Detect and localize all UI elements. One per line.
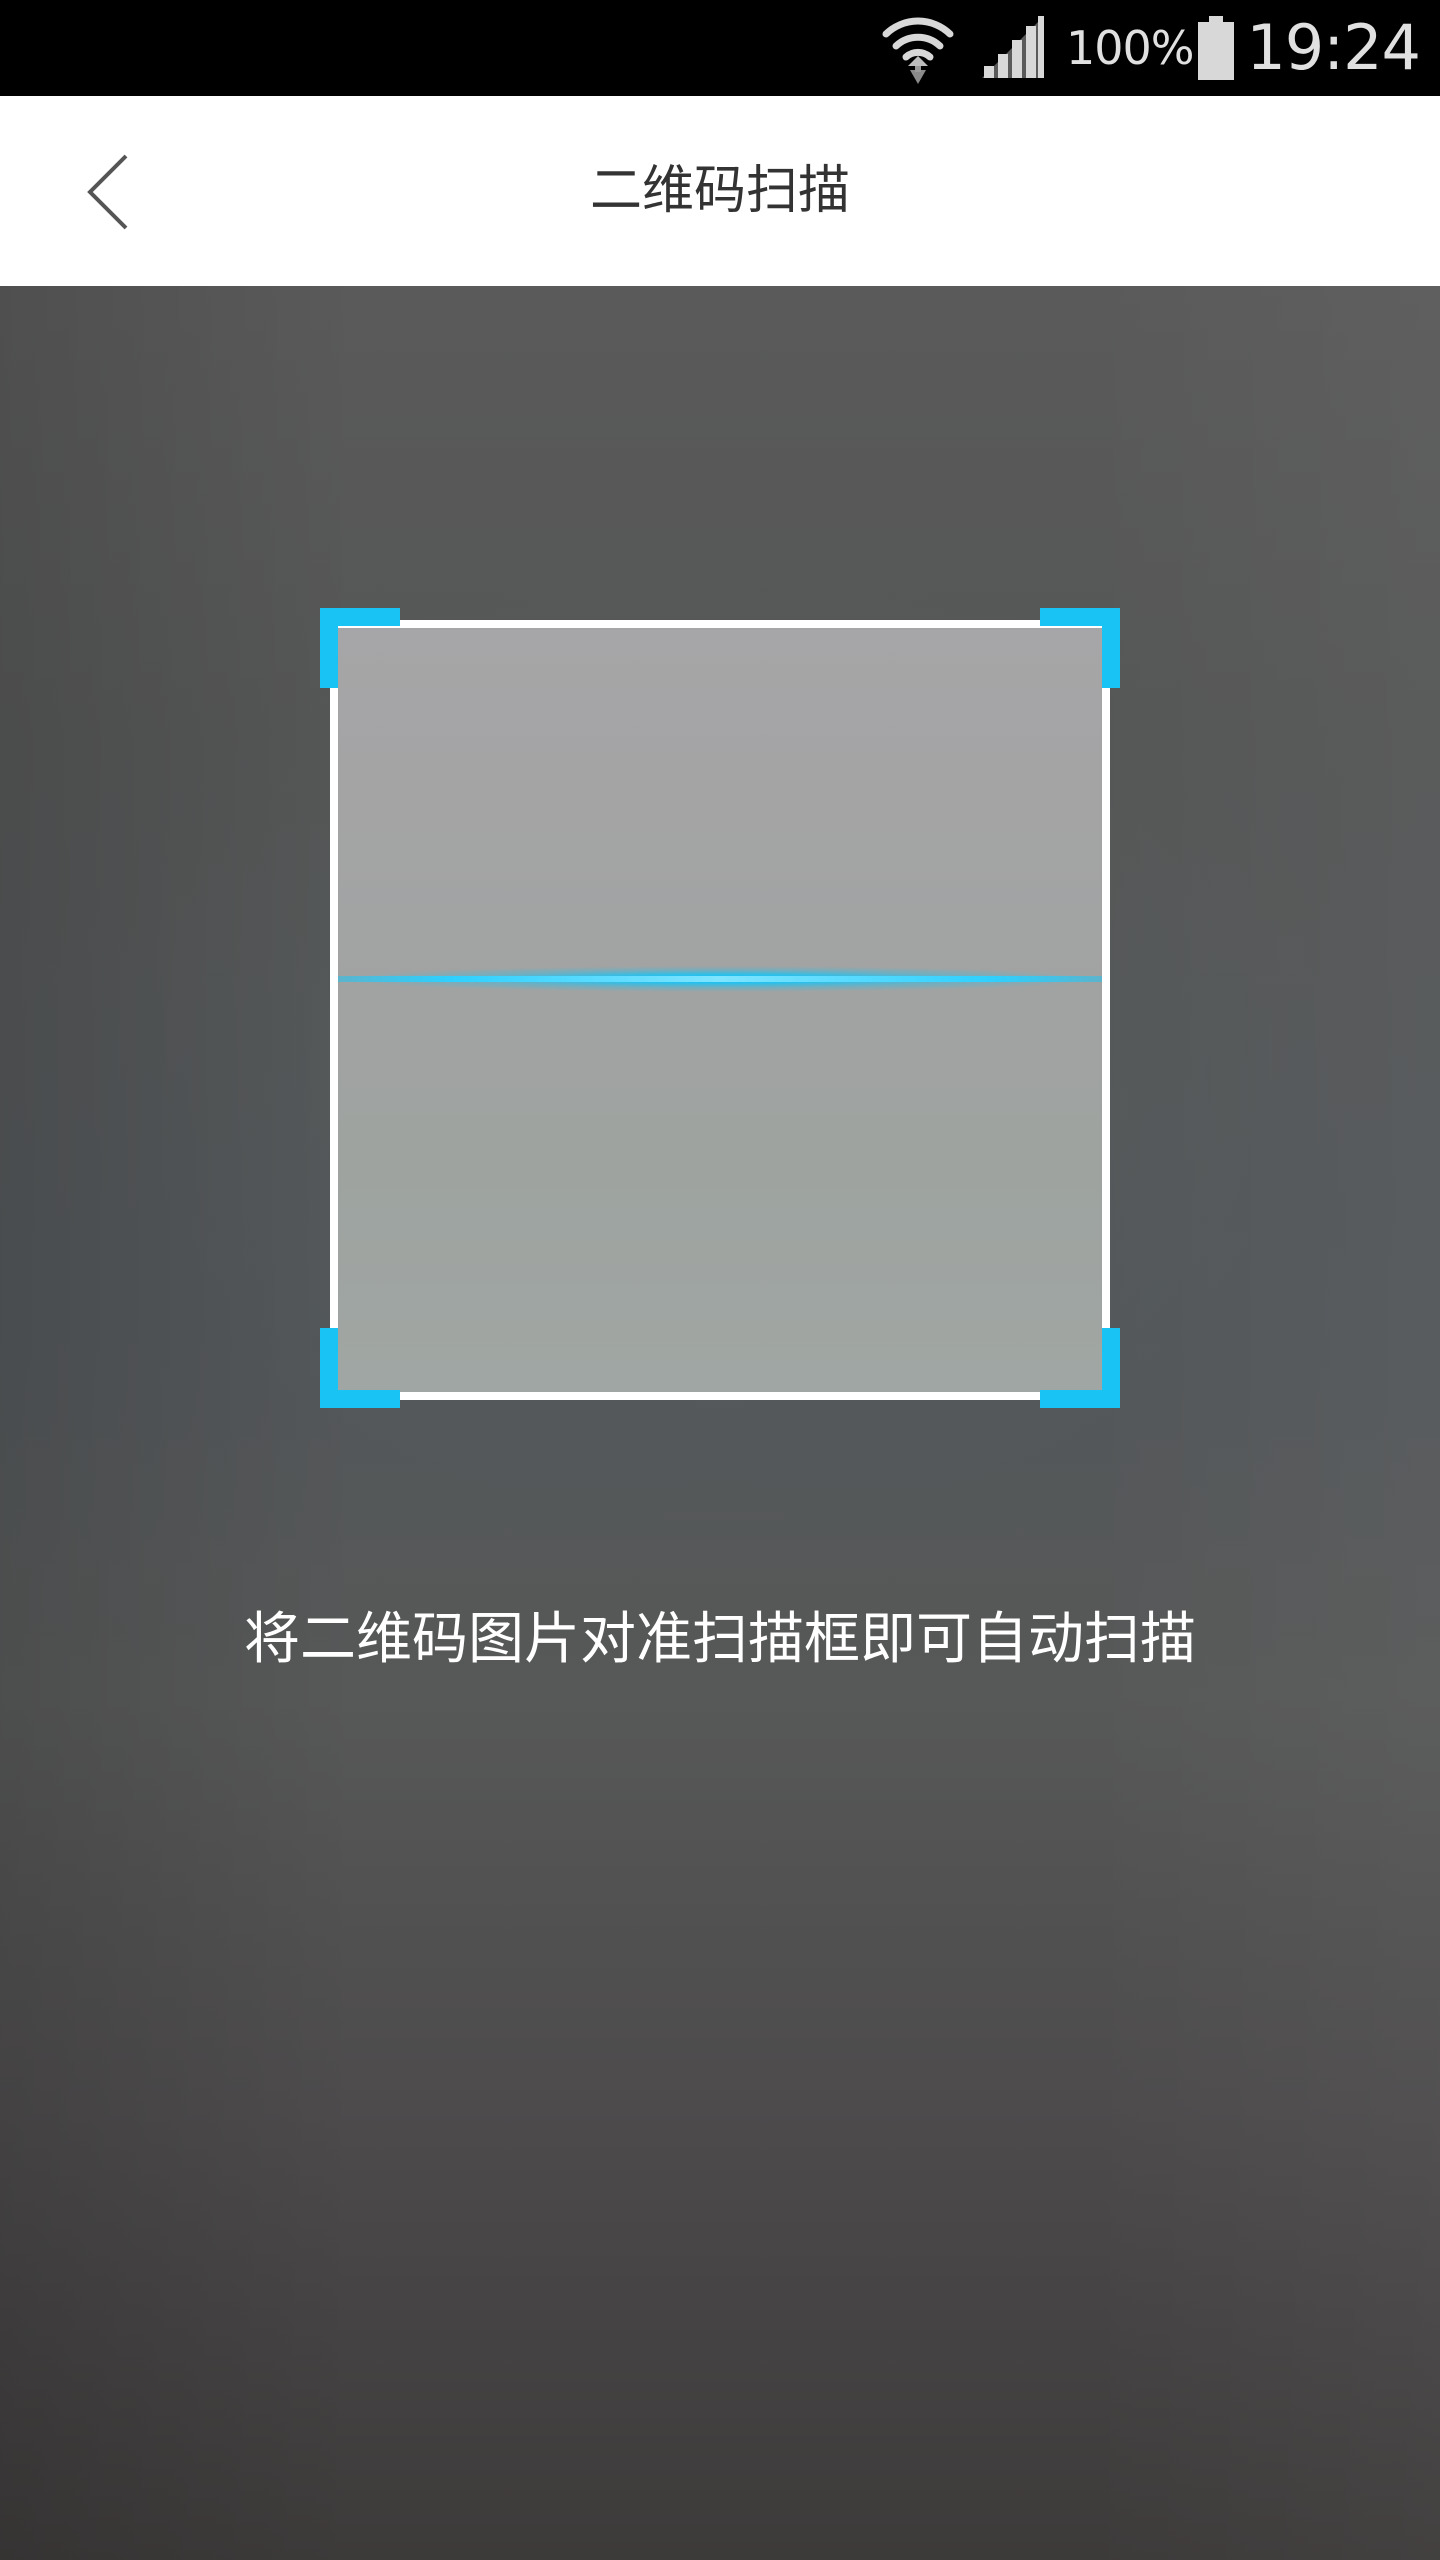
signal-icon <box>982 16 1044 78</box>
scan-frame <box>330 620 1110 1400</box>
scan-line <box>338 976 1102 982</box>
scan-hint-text: 将二维码图片对准扫描框即可自动扫描 <box>244 1607 1196 1672</box>
wifi-icon <box>882 17 954 84</box>
scan-corner-bottom-right <box>1040 1328 1120 1408</box>
status-time: 19:24 <box>1246 11 1421 84</box>
chevron-left-icon <box>87 154 128 230</box>
scan-corner-top-right <box>1040 608 1120 688</box>
scan-corner-top-left <box>320 608 400 688</box>
scan-corner-bottom-left <box>320 1328 400 1408</box>
battery-icon <box>1198 16 1234 80</box>
battery-percentage: 100% <box>1066 21 1195 75</box>
status-bar: 100% 19:24 <box>0 0 1440 96</box>
app-header: 二维码扫描 <box>0 96 1440 286</box>
camera-preview: 将二维码图片对准扫描框即可自动扫描 <box>0 286 1440 2560</box>
page-title: 二维码扫描 <box>589 161 850 221</box>
back-button[interactable] <box>70 146 160 236</box>
qr-scan-screen: 100% 19:24 二维码扫描 将二维码图片对准扫描框即可自动扫描 <box>0 0 1440 2560</box>
